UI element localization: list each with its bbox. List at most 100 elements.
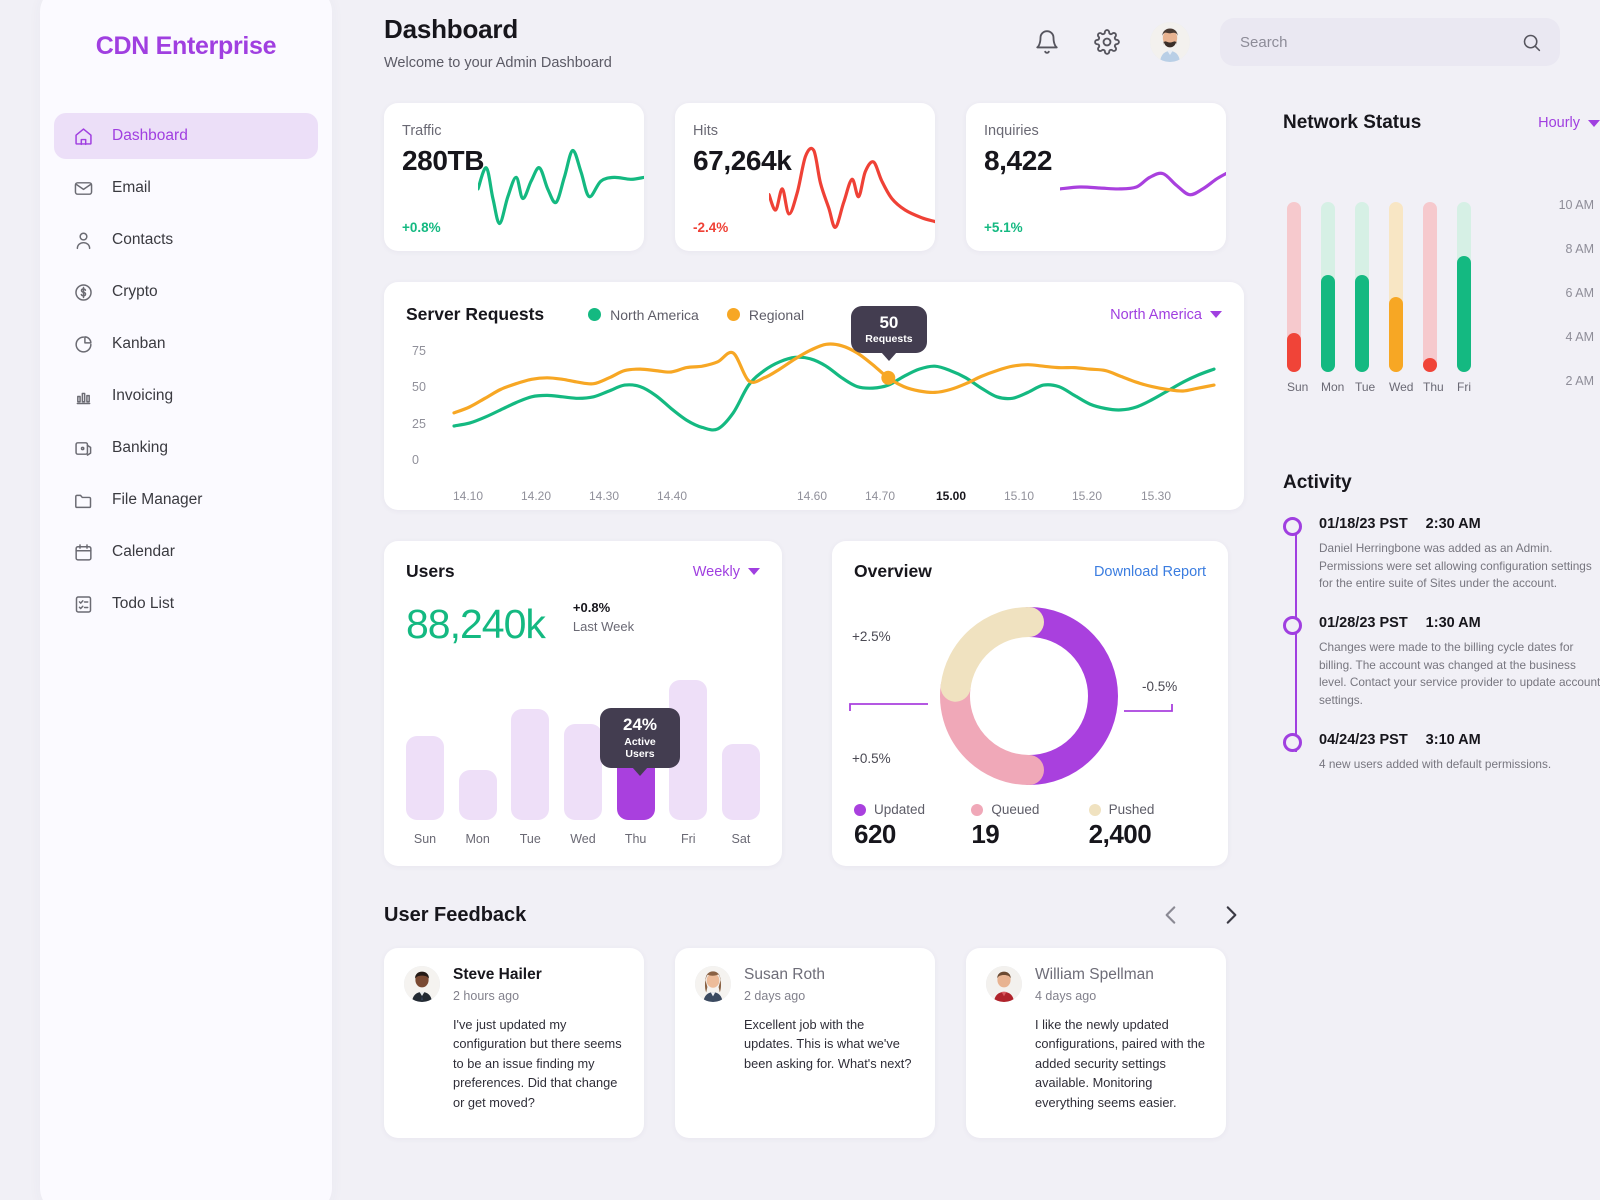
x-axis-label: 15.00 [935, 489, 967, 503]
envelope-icon [72, 177, 94, 199]
sidebar-item-todo-list[interactable]: Todo List [54, 581, 318, 627]
sidebar-item-label: Banking [112, 439, 169, 456]
network-status-period-label: Hourly [1538, 115, 1580, 131]
server-requests-title: Server Requests [406, 304, 545, 324]
network-bar-mon[interactable] [1321, 202, 1335, 372]
users-delta: +0.8% Last Week [573, 600, 634, 634]
bar-column [458, 769, 497, 820]
x-axis-label: 15.30 [1140, 489, 1172, 503]
x-axis-label: 15.20 [1071, 489, 1103, 503]
sidebar-item-label: Kanban [112, 335, 166, 352]
feedback-author: Steve Hailer [453, 966, 542, 983]
sidebar-item-file-manager[interactable]: File Manager [54, 477, 318, 523]
sidebar-nav: Dashboard Email Contacts Crypto Kanban Invoic… [40, 113, 332, 627]
sidebar-item-contacts[interactable]: Contacts [54, 217, 318, 263]
sidebar-item-label: Calendar [112, 543, 175, 560]
network-bar-tue[interactable] [1355, 202, 1369, 372]
download-report-link[interactable]: Download Report [1094, 564, 1206, 580]
stat-delta: +0.8% [402, 220, 441, 235]
search-input[interactable] [1240, 33, 1521, 51]
network-time-label: 10 AM [1558, 198, 1594, 212]
dashboard-app: CDN Enterprise Dashboard Email Contacts Cry… [0, 0, 1600, 1200]
bar[interactable] [458, 769, 497, 820]
sidebar-item-kanban[interactable]: Kanban [54, 321, 318, 367]
activity-event: 01/28/23 PST 1:30 AM Changes were made to … [1283, 615, 1600, 710]
gear-icon[interactable] [1090, 25, 1124, 59]
chevron-right-icon[interactable] [1218, 902, 1244, 928]
x-axis-label: 14.30 [588, 489, 620, 503]
overview-legend-label: Queued [991, 802, 1040, 817]
users-tooltip: 24% Active Users [600, 708, 680, 768]
legend-item-regional: Regional [726, 306, 805, 323]
x-axis-label: 14.10 [452, 489, 484, 503]
y-axis-label: 50 [412, 380, 426, 395]
users-bar-chart [406, 668, 760, 820]
chevron-left-icon[interactable] [1158, 902, 1184, 928]
sidebar-item-label: Todo List [112, 595, 175, 612]
sidebar-item-crypto[interactable]: Crypto [54, 269, 318, 315]
network-bar-sun[interactable] [1287, 202, 1301, 372]
bar-label: Wed [570, 832, 596, 846]
sidebar-item-invoicing[interactable]: Invoicing [54, 373, 318, 419]
legend-dot [588, 308, 602, 321]
activity-date: 04/24/23 PST [1319, 731, 1408, 748]
network-bar-fill [1457, 256, 1471, 372]
bar-column [721, 744, 760, 820]
network-bar-thu[interactable] [1423, 202, 1437, 372]
network-bar-fill [1355, 275, 1369, 372]
stat-card-traffic: Traffic 280TB +0.8% [384, 103, 644, 251]
activity-event: 04/24/23 PST 3:10 AM 4 new users added wit… [1283, 731, 1600, 774]
sidebar-item-calendar[interactable]: Calendar [54, 529, 318, 575]
bell-icon[interactable] [1030, 25, 1064, 59]
sidebar-item-label: Email [112, 179, 151, 196]
feedback-text: I like the newly updated configurations,… [1035, 1017, 1206, 1110]
network-time-label: 4 AM [1565, 330, 1595, 344]
users-period-select[interactable]: Weekly [693, 564, 760, 580]
network-time-label: 6 AM [1565, 286, 1595, 300]
sidebar-item-dashboard[interactable]: Dashboard [54, 113, 318, 159]
stat-sparkline [1060, 171, 1226, 197]
bar[interactable] [511, 709, 550, 820]
donut-leader-right [1124, 704, 1173, 712]
bar[interactable] [563, 724, 602, 820]
network-bar-fill [1389, 297, 1403, 372]
feedback-card[interactable]: Steve Hailer 2 hours ago I've just updated… [384, 948, 644, 1138]
network-bar-fri[interactable] [1457, 202, 1471, 372]
activity-time: 1:30 AM [1425, 615, 1481, 632]
network-bar-wed[interactable] [1389, 202, 1403, 372]
user-feedback-nav [1158, 902, 1244, 928]
header-tools [1030, 18, 1560, 66]
chevron-down-icon [1588, 119, 1600, 127]
donut-slice-queued[interactable] [940, 671, 1044, 785]
tooltip-value: 50 [879, 312, 899, 332]
bar[interactable] [721, 744, 760, 820]
page-subtitle: Welcome to your Admin Dashboard [384, 55, 612, 71]
network-status-header: Network Status Hourly [1283, 112, 1600, 134]
calendar-icon [72, 541, 94, 563]
sidebar-item-banking[interactable]: Banking [54, 425, 318, 471]
y-axis-label: 25 [412, 416, 426, 431]
network-status-period-select[interactable]: Hourly [1538, 115, 1600, 131]
avatar [404, 966, 440, 1002]
feedback-time: 2 hours ago [453, 989, 520, 1003]
user-avatar[interactable] [1150, 22, 1190, 62]
donut-annotation: -0.5% [1142, 679, 1178, 694]
donut-slice-pushed[interactable] [940, 607, 1044, 702]
bar-column [406, 736, 444, 820]
donut-slice-updated[interactable] [1014, 607, 1118, 785]
feedback-card[interactable]: Susan Roth 2 days ago Excellent job with t… [675, 948, 935, 1138]
tooltip-unit: Active Users [624, 735, 656, 760]
server-requests-region-select[interactable]: North America [1110, 307, 1222, 323]
overview-legend-value: 2,400 [1088, 819, 1152, 849]
server-requests-legend: North America Regional [588, 307, 804, 323]
users-period-label: Weekly [692, 563, 740, 580]
legend-label: Regional [748, 306, 805, 323]
feedback-card[interactable]: William Spellman 4 days ago I like the new… [966, 948, 1226, 1138]
main-content: Dashboard Welcome to your Admin Dashboar… [384, 0, 1244, 1138]
bar[interactable] [406, 736, 444, 820]
sidebar-item-email[interactable]: Email [54, 165, 318, 211]
search-box[interactable] [1220, 18, 1560, 66]
overview-legend-pushed: Pushed 2,400 [1088, 802, 1206, 850]
overview-legend: Updated 620 Queued 19 Pushed 2,400 [854, 802, 1206, 850]
users-delta-value: +0.8% [572, 600, 611, 615]
